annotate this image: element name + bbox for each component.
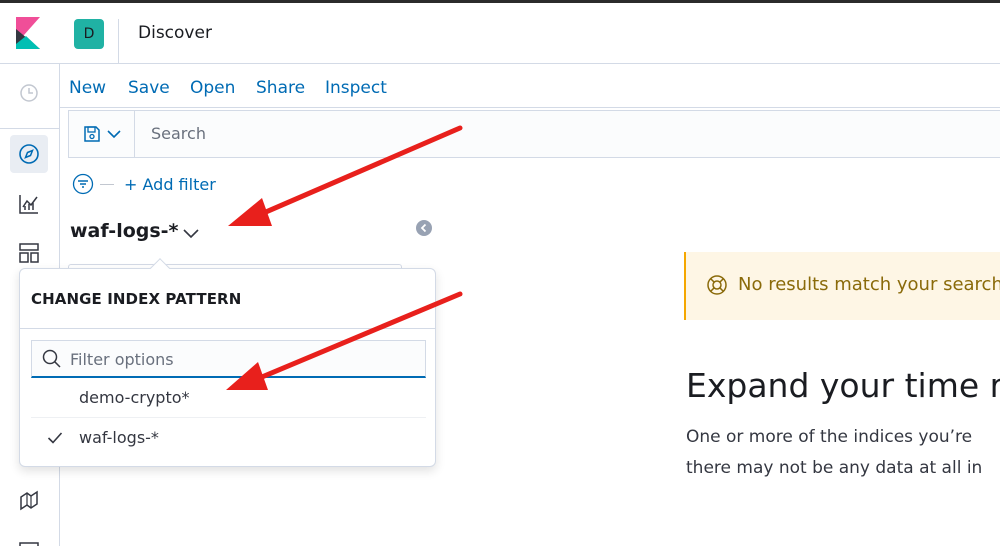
discover-icon[interactable]: [16, 141, 42, 167]
arrow-left-icon: [420, 223, 427, 233]
popover-arrow: [150, 258, 170, 278]
index-option-demo-crypto[interactable]: demo-crypto*: [31, 378, 426, 416]
inspect-link[interactable]: Inspect: [325, 78, 387, 98]
collapse-sidebar-button[interactable]: [416, 220, 432, 236]
expand-time-range-body: One or more of the indices you’re there …: [686, 422, 1000, 484]
search-icon: [42, 349, 61, 368]
sidebar-divider: [0, 128, 60, 129]
open-link[interactable]: Open: [190, 78, 235, 98]
change-index-pattern-popover: CHANGE INDEX PATTERN Filter options demo…: [19, 258, 436, 467]
filter-options-input[interactable]: Filter options: [31, 340, 426, 378]
add-filter-button[interactable]: + Add filter: [124, 175, 216, 194]
space-avatar[interactable]: D: [74, 19, 104, 49]
recently-viewed-icon[interactable]: [16, 80, 42, 106]
share-link[interactable]: Share: [256, 78, 305, 98]
chevron-down-icon: [106, 130, 121, 139]
top-nav-menu: New Save Open Share Inspect: [60, 64, 1000, 108]
app-header: D Discover: [0, 3, 1000, 64]
check-icon: [47, 432, 63, 444]
index-option-label: waf-logs-*: [79, 428, 159, 447]
saved-queries-button[interactable]: [69, 111, 135, 157]
maps-icon[interactable]: [16, 487, 42, 513]
app-title: Discover: [138, 23, 212, 43]
query-bar: Search: [68, 110, 1000, 158]
help-lifebuoy-icon: [707, 275, 727, 295]
no-results-callout: No results match your search: [684, 252, 1000, 320]
header-divider: [118, 19, 119, 64]
index-pattern-title[interactable]: waf-logs-*: [70, 220, 179, 242]
query-search-input[interactable]: Search: [151, 124, 206, 143]
index-option-label: demo-crypto*: [79, 388, 190, 407]
popover-divider: [20, 328, 435, 329]
expand-time-range-heading: Expand your time ran: [686, 366, 1000, 405]
new-link[interactable]: New: [69, 78, 106, 98]
body-line: One or more of the indices you’re: [686, 427, 973, 447]
visualize-icon[interactable]: [16, 191, 42, 217]
dashboard-icon[interactable]: [16, 240, 42, 266]
body-line: there may not be any data at all in: [686, 458, 983, 478]
callout-title: No results match your search: [738, 274, 1000, 295]
save-disk-icon: [83, 126, 100, 142]
canvas-icon[interactable]: [16, 534, 42, 546]
filter-options-placeholder: Filter options: [70, 350, 174, 369]
index-option-waf-logs[interactable]: waf-logs-*: [31, 417, 426, 455]
filter-bar: + Add filter: [72, 172, 216, 196]
filter-options-icon[interactable]: [72, 173, 94, 195]
chevron-down-icon[interactable]: [180, 222, 202, 244]
filter-divider: [100, 183, 114, 185]
save-link[interactable]: Save: [128, 78, 170, 98]
kibana-logo-icon[interactable]: [14, 17, 42, 49]
popover-title: CHANGE INDEX PATTERN: [31, 290, 242, 308]
